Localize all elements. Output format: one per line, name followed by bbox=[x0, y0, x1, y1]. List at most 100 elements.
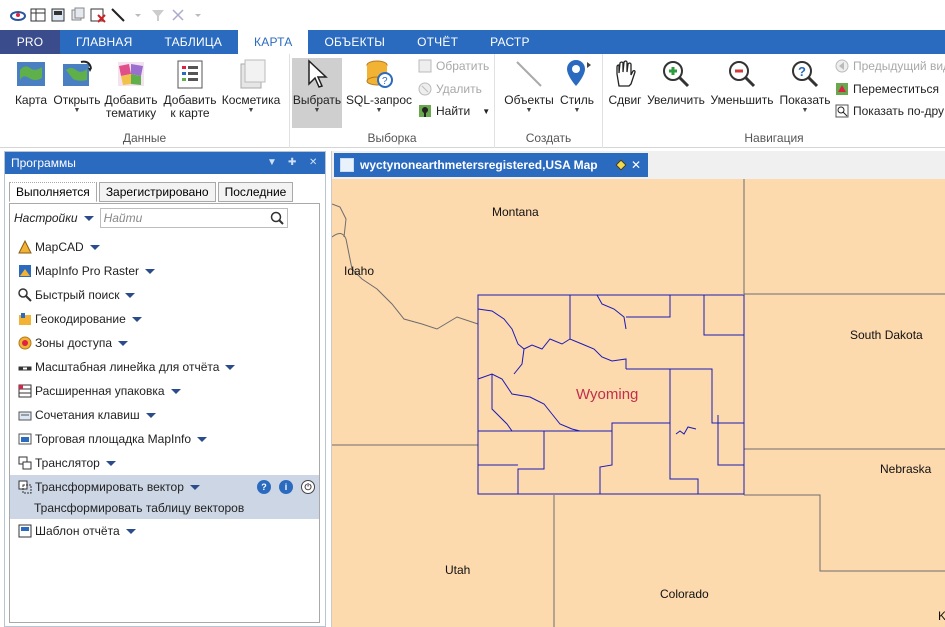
tab-objects[interactable]: ОБЪЕКТЫ bbox=[308, 30, 401, 54]
chevron-down-icon[interactable] bbox=[145, 412, 156, 418]
tab-table[interactable]: ТАБЛИЦА bbox=[148, 30, 238, 54]
panel-menu-icon[interactable]: ▼ bbox=[267, 152, 277, 174]
label-south-dakota: South Dakota bbox=[850, 328, 923, 342]
list-item[interactable]: Зоны доступа bbox=[10, 331, 319, 355]
close-table-icon[interactable] bbox=[90, 7, 106, 23]
programs-panel-title: Программы ▼ ✚ ✕ bbox=[5, 152, 325, 174]
chevron-down-icon[interactable] bbox=[125, 292, 136, 298]
settings-dropdown[interactable]: Настройки bbox=[14, 211, 94, 225]
mapcad-icon bbox=[18, 239, 32, 254]
map-window: wyctynonearthmetersregistered,USA Map ✕ bbox=[331, 151, 945, 627]
open-icon[interactable] bbox=[50, 7, 66, 23]
close-icon[interactable]: ✕ bbox=[631, 153, 641, 177]
tab-map[interactable]: КАРТА bbox=[238, 30, 309, 54]
list-item-selected[interactable]: Трансформировать вектор ? i ⏻ bbox=[10, 475, 319, 499]
programs-list-body: Настройки Найти MapCAD MapInfo Pro Raste… bbox=[9, 203, 320, 623]
zoom-in-icon bbox=[660, 58, 692, 90]
ribbon: Карта Открыть ▼ Добавить тематику Добави… bbox=[0, 54, 945, 148]
panel-pin-icon[interactable]: ✚ bbox=[288, 152, 296, 174]
chevron-down-icon[interactable] bbox=[225, 364, 236, 370]
group-selection-label: Выборка bbox=[367, 131, 417, 145]
map-window-title: wyctynonearthmetersregistered,USA Map bbox=[360, 158, 598, 172]
cosmetics-button[interactable]: Косметика ▼ bbox=[220, 58, 282, 115]
info-icon[interactable]: i bbox=[279, 480, 293, 494]
group-data: Карта Открыть ▼ Добавить тематику Добави… bbox=[0, 54, 290, 148]
chevron-down-icon[interactable] bbox=[89, 244, 100, 250]
chevron-down-icon[interactable] bbox=[189, 484, 200, 490]
open-button[interactable]: Открыть ▼ bbox=[52, 58, 102, 115]
chevron-down-icon[interactable] bbox=[125, 528, 136, 534]
add-thematic-button[interactable]: Добавить тематику bbox=[102, 58, 160, 120]
list-item[interactable]: Транслятор bbox=[10, 451, 319, 475]
map-view[interactable]: Montana Idaho South Dakota Wyoming Nebra… bbox=[332, 179, 945, 627]
list-item[interactable]: MapCAD bbox=[10, 235, 319, 259]
show-button[interactable]: ? Показать ▼ bbox=[777, 58, 833, 115]
zoom-out-button[interactable]: Уменьшить bbox=[709, 58, 775, 107]
zoom-in-button[interactable]: Увеличить bbox=[647, 58, 705, 107]
chevron-down-icon[interactable] bbox=[197, 436, 208, 442]
sql-query-button[interactable]: ? SQL-запрос ▼ bbox=[344, 58, 414, 115]
label-colorado: Colorado bbox=[660, 587, 709, 601]
list-item[interactable]: Шаблон отчёта bbox=[10, 519, 319, 543]
chevron-down-icon[interactable] bbox=[145, 268, 156, 274]
pan-button[interactable]: Сдвиг bbox=[605, 58, 645, 107]
pin-icon[interactable] bbox=[615, 159, 627, 171]
search-input[interactable]: Найти bbox=[99, 208, 288, 230]
marketplace-icon bbox=[18, 432, 32, 446]
map-window-tab[interactable]: wyctynonearthmetersregistered,USA Map ✕ bbox=[334, 153, 648, 177]
tab-pro[interactable]: PRO bbox=[0, 30, 60, 54]
group-create-label: Создать bbox=[525, 131, 572, 145]
list-item[interactable]: Торговая площадка MapInfo bbox=[10, 427, 319, 451]
invert-button[interactable]: Обратить bbox=[418, 56, 489, 76]
tab-recent[interactable]: Последние bbox=[217, 182, 294, 202]
chevron-down-icon[interactable] bbox=[118, 340, 128, 346]
label-montana: Montana bbox=[492, 205, 539, 219]
panel-close-icon[interactable]: ✕ bbox=[309, 152, 317, 174]
add-to-map-button[interactable]: Добавить к карте bbox=[162, 58, 218, 120]
list-item[interactable]: Геокодирование bbox=[10, 307, 319, 331]
find-button[interactable]: Найти ▼ bbox=[418, 101, 490, 121]
ribbon-tabs: PRO ГЛАВНАЯ ТАБЛИЦА КАРТА ОБЪЕКТЫ ОТЧЁТ … bbox=[0, 30, 945, 54]
map-canvas[interactable] bbox=[332, 179, 945, 627]
select-button[interactable]: Выбрать ▼ bbox=[292, 58, 342, 128]
label-idaho: Idaho bbox=[344, 264, 375, 278]
group-data-label: Данные bbox=[122, 131, 167, 145]
tab-running[interactable]: Выполняется bbox=[9, 182, 97, 202]
tab-report[interactable]: ОТЧЁТ bbox=[401, 30, 474, 54]
group-navigation-label: Навигация bbox=[744, 131, 804, 145]
chevron-down-icon bbox=[83, 216, 94, 222]
move-button[interactable]: Переместиться bbox=[835, 79, 939, 99]
list-item[interactable]: Масштабная линейка для отчёта bbox=[10, 355, 319, 379]
delete-button[interactable]: Удалить bbox=[418, 79, 482, 99]
list-item[interactable]: Расширенная упаковка bbox=[10, 379, 319, 403]
show-by-button[interactable]: Показать по-дру bbox=[835, 101, 944, 121]
more-icon[interactable] bbox=[190, 7, 206, 23]
line-object-icon bbox=[513, 58, 545, 90]
map-button[interactable]: Карта bbox=[10, 58, 52, 107]
dropdown-icon[interactable] bbox=[130, 7, 146, 23]
list-item[interactable]: MapInfo Pro Raster bbox=[10, 259, 319, 283]
arrows-icon[interactable] bbox=[170, 7, 186, 23]
sql-icon: ? bbox=[363, 58, 395, 90]
search-icon[interactable] bbox=[270, 211, 284, 230]
tab-raster[interactable]: РАСТР bbox=[474, 30, 546, 54]
line-tool-icon[interactable] bbox=[110, 7, 126, 23]
style-button[interactable]: Стиль ▼ bbox=[557, 58, 597, 115]
objects-button[interactable]: Объекты ▼ bbox=[503, 58, 555, 115]
list-item[interactable]: Быстрый поиск bbox=[10, 283, 319, 307]
previous-view-button[interactable]: Предыдущий вид bbox=[835, 56, 945, 76]
filter-icon[interactable] bbox=[150, 7, 166, 23]
tab-home[interactable]: ГЛАВНАЯ bbox=[60, 30, 148, 54]
tab-registered[interactable]: Зарегистрировано bbox=[98, 182, 216, 202]
label-wyoming: Wyoming bbox=[576, 386, 639, 403]
chevron-down-icon[interactable] bbox=[170, 388, 181, 394]
programs-panel: Программы ▼ ✚ ✕ Выполняется Зарегистриро… bbox=[4, 151, 326, 627]
chevron-down-icon[interactable] bbox=[105, 460, 116, 466]
chevron-down-icon[interactable] bbox=[131, 316, 142, 322]
help-icon[interactable]: ? bbox=[257, 480, 271, 494]
cosmetics-icon bbox=[235, 58, 267, 90]
list-item[interactable]: Сочетания клавиш bbox=[10, 403, 319, 427]
copy-icon[interactable] bbox=[70, 7, 86, 23]
power-icon[interactable]: ⏻ bbox=[301, 480, 315, 494]
new-table-icon[interactable] bbox=[30, 7, 46, 23]
